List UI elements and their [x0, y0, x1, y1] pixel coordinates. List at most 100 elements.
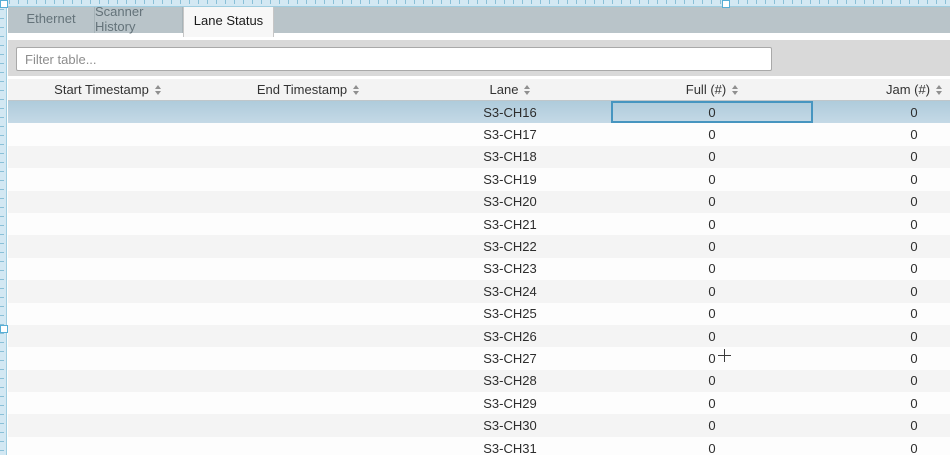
cell-lane[interactable]: S3-CH16	[409, 101, 611, 123]
cell-jam[interactable]: 0	[813, 303, 950, 325]
cell-end[interactable]	[207, 146, 409, 168]
cell-lane[interactable]: S3-CH27	[409, 347, 611, 369]
cell-lane[interactable]: S3-CH24	[409, 280, 611, 302]
cell-start[interactable]	[8, 303, 207, 325]
cell-jam[interactable]: 0	[813, 213, 950, 235]
cell-end[interactable]	[207, 168, 409, 190]
table-row[interactable]: S3-CH1900	[8, 168, 950, 190]
cell-full[interactable]: 0	[611, 146, 813, 168]
cell-full[interactable]: 0	[611, 235, 813, 257]
table-row[interactable]: S3-CH2700	[8, 347, 950, 369]
cell-start[interactable]	[8, 370, 207, 392]
cell-full[interactable]: 0	[611, 168, 813, 190]
cell-lane[interactable]: S3-CH29	[409, 392, 611, 414]
cell-end[interactable]	[207, 347, 409, 369]
column-header-full[interactable]: Full (#)	[611, 79, 813, 100]
cell-full[interactable]: 0	[611, 414, 813, 436]
cell-end[interactable]	[207, 235, 409, 257]
cell-lane[interactable]: S3-CH21	[409, 213, 611, 235]
sort-icon[interactable]	[936, 85, 942, 95]
selection-handle[interactable]	[0, 325, 8, 333]
cell-full[interactable]: 0	[611, 123, 813, 145]
table-row[interactable]: S3-CH1600	[8, 101, 950, 123]
column-header-lane[interactable]: Lane	[409, 79, 611, 100]
table-row[interactable]: S3-CH2600	[8, 325, 950, 347]
cell-jam[interactable]: 0	[813, 191, 950, 213]
cell-jam[interactable]: 0	[813, 235, 950, 257]
cell-start[interactable]	[8, 191, 207, 213]
cell-lane[interactable]: S3-CH22	[409, 235, 611, 257]
cell-full[interactable]: 0	[611, 191, 813, 213]
cell-start[interactable]	[8, 414, 207, 436]
cell-start[interactable]	[8, 392, 207, 414]
sort-icon[interactable]	[155, 85, 161, 95]
tab-lane-status[interactable]: Lane Status	[183, 4, 274, 37]
cell-full[interactable]: 0	[611, 101, 813, 123]
table-row[interactable]: S3-CH2300	[8, 258, 950, 280]
table-row[interactable]: S3-CH2900	[8, 392, 950, 414]
cell-jam[interactable]: 0	[813, 347, 950, 369]
table-row[interactable]: S3-CH1800	[8, 146, 950, 168]
cell-full[interactable]: 0	[611, 325, 813, 347]
filter-table-input[interactable]	[16, 47, 772, 71]
cell-start[interactable]	[8, 146, 207, 168]
table-row[interactable]: S3-CH2400	[8, 280, 950, 302]
cell-full[interactable]: 0	[611, 213, 813, 235]
cell-start[interactable]	[8, 213, 207, 235]
cell-end[interactable]	[207, 392, 409, 414]
cell-end[interactable]	[207, 437, 409, 455]
cell-lane[interactable]: S3-CH28	[409, 370, 611, 392]
table-row[interactable]: S3-CH2000	[8, 191, 950, 213]
sort-icon[interactable]	[732, 85, 738, 95]
cell-jam[interactable]: 0	[813, 414, 950, 436]
cell-start[interactable]	[8, 437, 207, 455]
cell-jam[interactable]: 0	[813, 280, 950, 302]
cell-lane[interactable]: S3-CH25	[409, 303, 611, 325]
cell-end[interactable]	[207, 325, 409, 347]
cell-end[interactable]	[207, 370, 409, 392]
cell-lane[interactable]: S3-CH26	[409, 325, 611, 347]
table-row[interactable]: S3-CH3100	[8, 437, 950, 455]
cell-end[interactable]	[207, 258, 409, 280]
cell-lane[interactable]: S3-CH30	[409, 414, 611, 436]
cell-full[interactable]: 0	[611, 437, 813, 455]
cell-lane[interactable]: S3-CH19	[409, 168, 611, 190]
cell-full[interactable]: 0	[611, 280, 813, 302]
cell-jam[interactable]: 0	[813, 146, 950, 168]
sort-icon[interactable]	[353, 85, 359, 95]
table-row[interactable]: S3-CH2200	[8, 235, 950, 257]
cell-end[interactable]	[207, 280, 409, 302]
cell-jam[interactable]: 0	[813, 258, 950, 280]
cell-start[interactable]	[8, 325, 207, 347]
cell-full[interactable]: 0	[611, 347, 813, 369]
table-row[interactable]: S3-CH2500	[8, 303, 950, 325]
cell-full[interactable]: 0	[611, 370, 813, 392]
table-row[interactable]: S3-CH1700	[8, 123, 950, 145]
cell-end[interactable]	[207, 123, 409, 145]
column-header-start-timestamp[interactable]: Start Timestamp	[8, 79, 207, 100]
cell-full[interactable]: 0	[611, 392, 813, 414]
cell-end[interactable]	[207, 191, 409, 213]
cell-jam[interactable]: 0	[813, 123, 950, 145]
cell-jam[interactable]: 0	[813, 370, 950, 392]
column-header-end-timestamp[interactable]: End Timestamp	[207, 79, 409, 100]
table-row[interactable]: S3-CH2100	[8, 213, 950, 235]
cell-lane[interactable]: S3-CH18	[409, 146, 611, 168]
cell-jam[interactable]: 0	[813, 392, 950, 414]
cell-start[interactable]	[8, 258, 207, 280]
cell-jam[interactable]: 0	[813, 168, 950, 190]
selection-handle[interactable]	[0, 0, 8, 8]
cell-start[interactable]	[8, 101, 207, 123]
cell-start[interactable]	[8, 168, 207, 190]
cell-start[interactable]	[8, 123, 207, 145]
cell-lane[interactable]: S3-CH23	[409, 258, 611, 280]
sort-icon[interactable]	[524, 85, 530, 95]
cell-start[interactable]	[8, 235, 207, 257]
selection-handle[interactable]	[722, 0, 730, 8]
cell-jam[interactable]: 0	[813, 101, 950, 123]
cell-end[interactable]	[207, 101, 409, 123]
cell-end[interactable]	[207, 213, 409, 235]
cell-full[interactable]: 0	[611, 258, 813, 280]
tab-scanner-history[interactable]: Scanner History	[95, 4, 183, 33]
cell-full[interactable]: 0	[611, 303, 813, 325]
